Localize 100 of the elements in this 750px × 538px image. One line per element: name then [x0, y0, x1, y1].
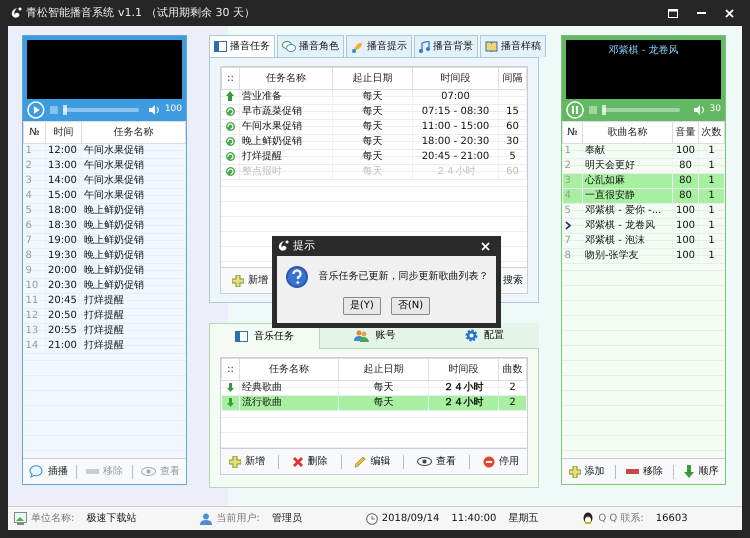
clock-icon: [366, 512, 378, 524]
toolbar-button[interactable]: 编辑: [351, 453, 394, 470]
table-cell: 13: [24, 324, 46, 338]
speech-bubble-icon: [28, 465, 44, 478]
table-cell: 14: [24, 338, 46, 354]
status-time: 11:40:00: [451, 512, 496, 526]
column-header: ::: [222, 68, 240, 90]
table-cell: 晚上鲜奶促销: [82, 248, 186, 264]
tab[interactable]: 播音角色: [277, 35, 344, 57]
restore-icon[interactable]: [668, 8, 678, 18]
column-header: 时间段: [428, 358, 498, 380]
table-cell: 午间水果促销: [82, 144, 186, 158]
toolbar-button[interactable]: 移除: [622, 463, 666, 480]
table-cell: 打烊提醒: [82, 338, 186, 354]
table-cell: 18:00: [46, 204, 82, 218]
stop-icon[interactable]: [50, 106, 58, 114]
column-header: 任务名称: [240, 68, 332, 90]
pencil-icon: [354, 456, 366, 468]
table-cell: 13:00: [46, 158, 82, 174]
repeat-icon: [226, 166, 235, 176]
tab[interactable]: 播音提示: [346, 35, 412, 57]
toolbar-button[interactable]: 新增: [226, 453, 268, 470]
tab[interactable]: 播音任务: [209, 35, 275, 57]
repeat-icon: [226, 122, 235, 131]
picture-frame-icon: [14, 512, 27, 525]
table-cell: 20:30: [46, 278, 82, 294]
tab[interactable]: 音乐任务: [209, 323, 320, 349]
minus-icon: [86, 469, 99, 474]
toolbar-button[interactable]: 添加: [566, 463, 608, 480]
tab[interactable]: 播音样稿: [480, 35, 546, 57]
table-cell: 15: [498, 104, 526, 120]
table-cell: 07:15 - 08:30: [412, 104, 498, 120]
toolbar-button[interactable]: 搜索: [500, 272, 526, 289]
plus-icon: [568, 466, 581, 478]
user-icon: [200, 512, 212, 524]
table-cell: 11:00 - 15:00: [412, 120, 498, 134]
table-cell: 12: [24, 308, 46, 324]
minus-icon: [626, 469, 639, 474]
dialog-button[interactable]: 是(Y): [342, 296, 381, 314]
volume-icon[interactable]: [149, 105, 160, 115]
column-header: 时间段: [412, 68, 498, 90]
volume-icon[interactable]: [694, 105, 705, 115]
table-cell: 15:00: [46, 188, 82, 204]
eye-icon: [141, 467, 156, 476]
table-cell: 30: [498, 134, 526, 150]
qq-label: Q Q 联系:: [598, 512, 644, 526]
column-header: 曲数: [498, 358, 526, 380]
toolbar-button[interactable]: 停用: [480, 453, 522, 470]
column-header: ::: [222, 358, 240, 380]
seek-thumb[interactable]: [62, 105, 66, 115]
unit-label: 单位名称:: [31, 512, 74, 526]
toolbar-button[interactable]: 新增: [229, 272, 271, 289]
table-cell: 晚上鲜奶促销: [82, 218, 186, 234]
repeat-icon: [226, 152, 235, 161]
question-icon: [284, 264, 308, 288]
repeat-icon: [226, 136, 235, 146]
toolbar-button[interactable]: 删除: [288, 453, 331, 470]
toolbar-button[interactable]: 查看: [414, 453, 460, 470]
close-icon[interactable]: [481, 242, 490, 250]
table-cell: 5: [24, 204, 46, 218]
toolbar-button[interactable]: 插播: [26, 463, 71, 480]
table-cell: 每天: [332, 104, 412, 120]
row-number: 2: [564, 160, 571, 171]
table-cell: 早市蔬菜促销: [240, 104, 332, 120]
table-cell: 每天: [338, 396, 428, 410]
row-number: 4: [564, 190, 571, 201]
table-cell: 100: [672, 144, 698, 158]
logo-icon: [277, 240, 289, 252]
column-header: 时间: [46, 122, 82, 144]
close-icon[interactable]: [724, 8, 734, 18]
play-icon[interactable]: [27, 101, 45, 119]
table-cell: ２４小时: [428, 396, 498, 410]
row-number: 7: [564, 235, 571, 246]
down-arrow-icon: [684, 465, 694, 478]
table-cell: 1: [24, 144, 46, 158]
table-cell: 晚上鲜奶促销: [82, 234, 186, 248]
pause-icon[interactable]: [566, 101, 584, 119]
table-cell: 邓紫棋 - 泡沫: [582, 234, 672, 248]
penguin-icon: [582, 512, 594, 525]
table-cell: 每天: [332, 120, 412, 134]
table-cell: 每天: [332, 164, 412, 180]
table-cell: 100: [672, 218, 698, 234]
dialog-button[interactable]: 否(N): [390, 296, 430, 314]
minimize-icon[interactable]: [696, 12, 706, 14]
table-cell: 18:30: [46, 218, 82, 234]
plus-icon: [232, 274, 244, 286]
toolbar-button[interactable]: 顺序: [681, 463, 722, 480]
seek-thumb[interactable]: [602, 105, 606, 115]
table-cell: 20:45 - 21:00: [412, 150, 498, 164]
table-cell: 奉献: [582, 144, 672, 158]
column-header: 起止日期: [338, 358, 428, 380]
tab[interactable]: 播音背景: [414, 35, 478, 57]
row-number: 3: [564, 175, 571, 186]
table-cell: 100: [672, 204, 698, 218]
gear-icon: [464, 329, 478, 342]
book-icon: [485, 41, 498, 52]
table-cell: 19:00: [46, 234, 82, 248]
music-note-icon: [419, 40, 430, 52]
table-cell: 10: [24, 278, 46, 294]
table-cell: 2: [24, 158, 46, 174]
